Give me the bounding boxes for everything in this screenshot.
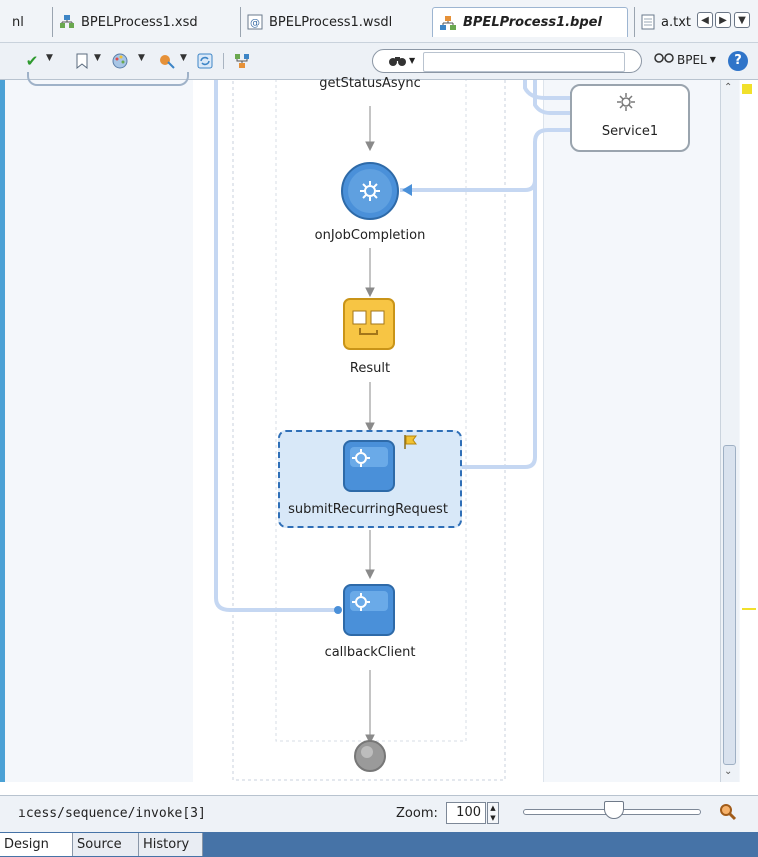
zoom-spinner[interactable]: ▲ ▼ — [487, 802, 499, 824]
tab-overflow[interactable]: nl — [6, 7, 30, 37]
zoom-magnifier-icon[interactable] — [718, 802, 738, 826]
schema-icon — [60, 15, 74, 28]
binoculars-icon[interactable] — [387, 52, 409, 72]
receive-activity-icon — [341, 162, 399, 220]
activity-onjobcompletion[interactable] — [340, 161, 400, 221]
tab-label: BPELProcess1.xsd — [81, 14, 198, 30]
view-selector[interactable]: BPEL ▼ — [654, 52, 716, 67]
partner-link-label: Service1 — [601, 124, 659, 139]
wire-port — [334, 606, 342, 614]
tab-source[interactable]: Source — [73, 833, 139, 856]
auto-layout-icon[interactable] — [232, 51, 252, 71]
tab-a-txt[interactable]: a.txt — [634, 7, 697, 37]
tab-design[interactable]: Design — [0, 833, 73, 856]
activity-callbackclient[interactable] — [342, 583, 398, 639]
chevron-down-icon[interactable]: ▼ — [180, 53, 187, 63]
bpel-icon — [440, 15, 456, 30]
tab-bpelprocess1-xsd[interactable]: BPELProcess1.xsd — [52, 7, 204, 37]
activity-label-result: Result — [349, 361, 391, 376]
search-input[interactable] — [423, 52, 625, 72]
scroll-tabs-left-button[interactable]: ◀ — [697, 12, 713, 28]
editor-mode-tabs: Design Source History — [0, 832, 758, 857]
validate-check-icon[interactable]: ✔ — [22, 51, 42, 71]
scroll-up-icon[interactable]: ⌃ — [724, 82, 732, 93]
wire-arrowheads — [402, 92, 578, 196]
chevron-down-icon[interactable]: ▼ — [94, 53, 101, 63]
tab-label: nl — [12, 14, 24, 30]
activity-label-submitrecurringrequest: submitRecurringRequest — [288, 502, 448, 517]
zoom-slider-thumb[interactable] — [604, 801, 624, 819]
tab-history[interactable]: History — [139, 833, 203, 856]
text-file-icon — [641, 14, 655, 30]
toolbar-divider — [223, 53, 224, 69]
deploy-icon[interactable] — [157, 51, 177, 71]
activity-label-onjobcompletion: onJobCompletion — [314, 228, 426, 243]
tab-label: a.txt — [661, 14, 691, 30]
selection-path: ıcess/sequence/invoke[3] — [18, 806, 206, 821]
tab-bpelprocess1-bpel[interactable]: BPELProcess1.bpel — [432, 7, 628, 37]
invoke-activity-icon — [343, 584, 395, 636]
tab-list-dropdown-button[interactable]: ▼ — [734, 12, 750, 28]
overview-mark-strip — [740, 80, 758, 782]
zoom-label: Zoom: — [396, 806, 438, 821]
help-icon[interactable]: ? — [728, 51, 748, 71]
tab-label: BPELProcess1.bpel — [463, 15, 602, 30]
svg-text:@: @ — [250, 18, 260, 29]
assign-activity-icon — [343, 298, 395, 350]
bookmark-icon[interactable] — [72, 51, 92, 71]
invoke-activity-icon — [343, 440, 395, 492]
scroll-tabs-right-button[interactable]: ▶ — [715, 12, 731, 28]
activity-submitrecurringrequest[interactable]: submitRecurringRequest — [278, 430, 462, 528]
gear-icon — [617, 93, 635, 111]
glasses-icon — [654, 52, 674, 67]
tab-label: BPELProcess1.wsdl — [269, 14, 393, 30]
chevron-down-icon[interactable]: ▼ — [138, 53, 145, 63]
chevron-down-icon[interactable]: ▼ — [46, 53, 53, 63]
search-box[interactable]: ▼ — [372, 49, 642, 73]
activity-result[interactable] — [343, 298, 395, 350]
scrollbar-thumb[interactable] — [723, 445, 736, 765]
activity-label-callbackclient: callbackClient — [324, 645, 416, 660]
tab-bpelprocess1-wsdl[interactable]: @ BPELProcess1.wsdl — [240, 7, 398, 37]
zoom-input[interactable]: 100 — [446, 802, 486, 824]
editor-tab-bar: nl BPELProcess1.xsd @ BPELProcess1.wsdl … — [0, 0, 758, 43]
refresh-icon[interactable] — [195, 51, 215, 71]
status-bar: ıcess/sequence/invoke[3] Zoom: 100 ▲ ▼ — [0, 795, 758, 832]
scroll-down-icon[interactable]: ⌄ — [724, 766, 732, 777]
chevron-down-icon[interactable]: ▼ — [409, 56, 415, 65]
wsdl-icon: @ — [247, 14, 263, 30]
activity-label-getstatusasync: getStatusAsync — [319, 76, 421, 91]
palette-icon[interactable] — [110, 51, 130, 71]
vertical-scrollbar[interactable]: ⌃ ⌄ — [720, 80, 739, 782]
warning-mark[interactable] — [742, 608, 756, 610]
chevron-down-icon: ▼ — [709, 55, 716, 64]
end-node-icon — [354, 740, 386, 772]
flag-icon — [404, 435, 417, 449]
warning-mark[interactable] — [742, 84, 752, 94]
process-end-node[interactable] — [353, 739, 387, 773]
view-label: BPEL — [677, 52, 707, 67]
partner-link-service1[interactable]: Service1 — [570, 84, 690, 152]
